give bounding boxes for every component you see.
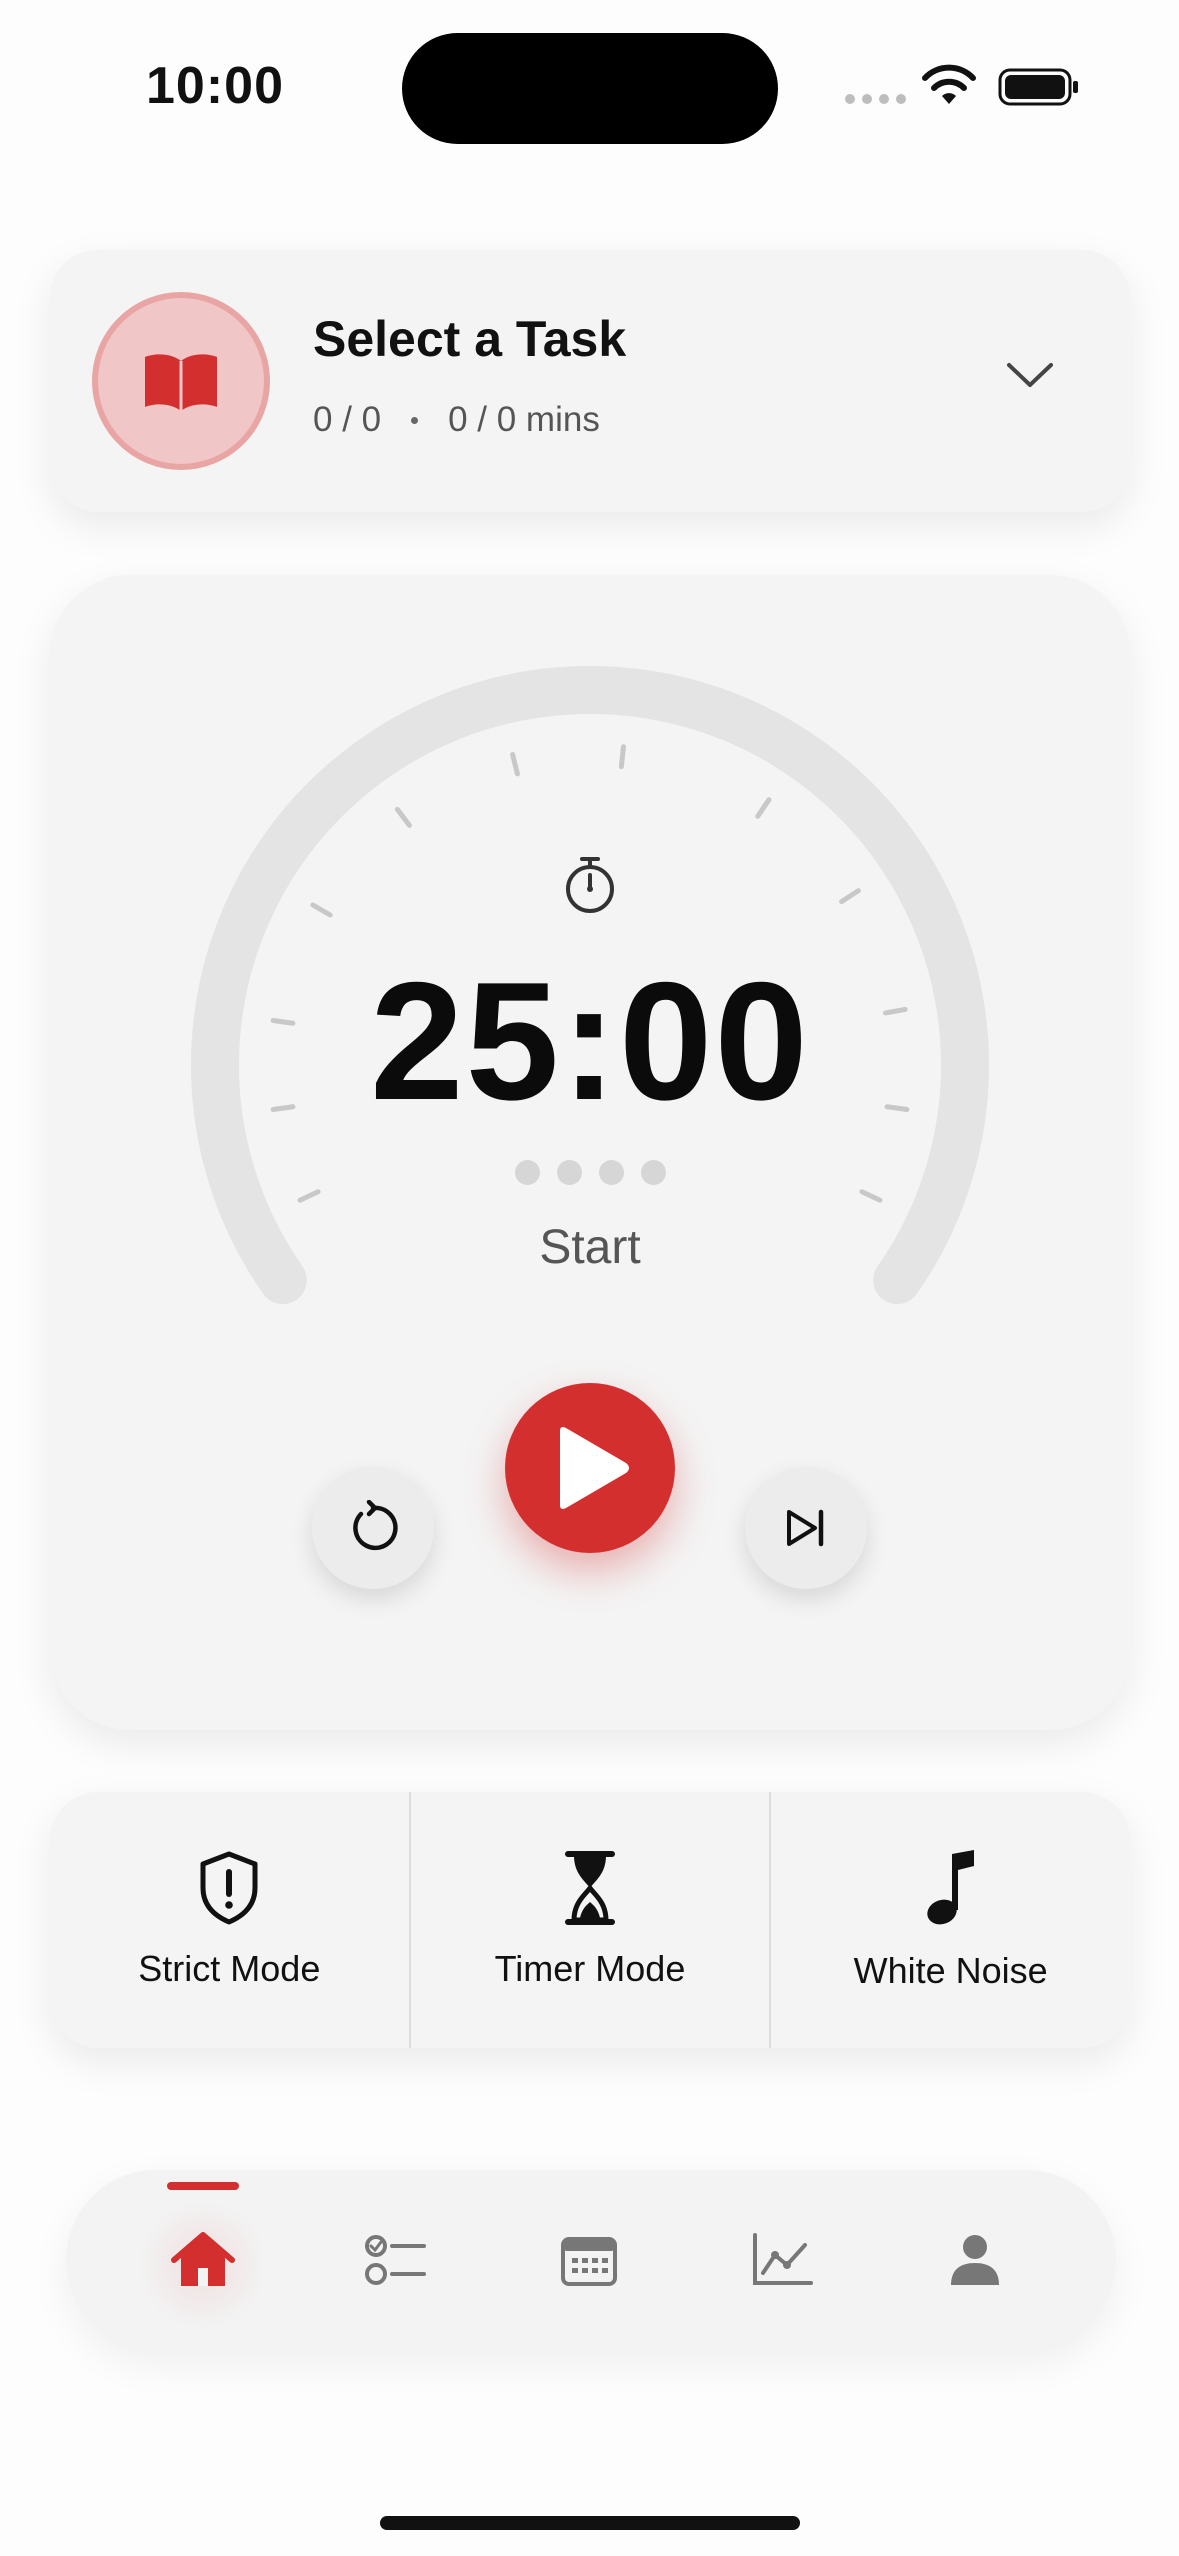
white-noise-button[interactable]: White Noise (771, 1792, 1130, 2048)
play-icon (560, 1427, 629, 1509)
dial-tick (755, 797, 772, 819)
timer-dial (191, 666, 989, 1305)
strict-mode-button[interactable]: Strict Mode (50, 1792, 411, 2048)
profile-icon (951, 2235, 999, 2285)
separator-dot (411, 416, 419, 424)
dial-tick (310, 902, 333, 918)
session-dot (514, 1160, 540, 1185)
book-icon (145, 354, 217, 411)
nav-profile[interactable] (905, 2170, 1045, 2350)
mode-label: White Noise (853, 1950, 1048, 1991)
nav-home[interactable] (133, 2170, 273, 2350)
stats-icon (753, 2233, 813, 2285)
timer-mode-button[interactable]: Timer Mode (411, 1792, 772, 2048)
mode-label: Strict Mode (138, 1948, 321, 1989)
battery-icon (998, 68, 1078, 106)
session-dot (640, 1160, 666, 1185)
task-title: Select a Task (313, 311, 627, 367)
skip-button[interactable] (745, 1467, 867, 1589)
dial-tick (618, 744, 626, 770)
app-screen: 10:00 Select a Task 0 / 0 0 / 0 mins 25:… (0, 0, 1179, 2556)
home-indicator (380, 2516, 800, 2530)
dial-tick (510, 752, 520, 777)
tasks-icon (365, 2235, 426, 2285)
dynamic-island (402, 33, 778, 144)
bottom-nav (66, 2170, 1116, 2350)
session-dots (50, 1160, 1130, 1185)
dial-tick (859, 1189, 883, 1203)
mode-options: Strict Mode Timer Mode White Noise (50, 1792, 1130, 2048)
music-note-icon (926, 1850, 974, 1925)
reset-button[interactable] (312, 1467, 434, 1589)
chevron-down-icon[interactable] (1005, 360, 1055, 390)
status-time: 10:00 (146, 57, 284, 115)
stopwatch-icon (566, 857, 614, 913)
reset-icon (353, 1500, 398, 1551)
nav-tasks[interactable] (326, 2170, 466, 2350)
timer-display: 25:00 (370, 947, 810, 1135)
hourglass-icon (565, 1851, 615, 1925)
nav-calendar[interactable] (519, 2170, 659, 2350)
task-selector[interactable]: Select a Task 0 / 0 0 / 0 mins (50, 250, 1130, 512)
session-dot (556, 1160, 582, 1185)
wifi-icon (922, 64, 976, 104)
task-count: 0 / 0 (313, 400, 382, 439)
dial-tick (297, 1189, 321, 1203)
timer-state-label: Start (539, 1221, 641, 1274)
shield-alert-icon (200, 1851, 258, 1925)
task-minutes: 0 / 0 mins (448, 400, 600, 439)
mode-label: Timer Mode (494, 1948, 686, 1989)
home-icon (171, 2232, 235, 2286)
play-button[interactable] (505, 1383, 675, 1553)
dial-tick (394, 806, 412, 828)
task-progress: 0 / 0 0 / 0 mins (313, 400, 600, 440)
cellular-signal-icon (845, 94, 906, 104)
skip-next-icon (787, 1509, 824, 1547)
nav-stats[interactable] (712, 2170, 852, 2350)
session-dot (598, 1160, 624, 1185)
calendar-icon (561, 2237, 617, 2286)
task-avatar (92, 292, 270, 470)
timer-card: 25:00 Start (50, 575, 1130, 1730)
dial-tick (839, 888, 861, 905)
